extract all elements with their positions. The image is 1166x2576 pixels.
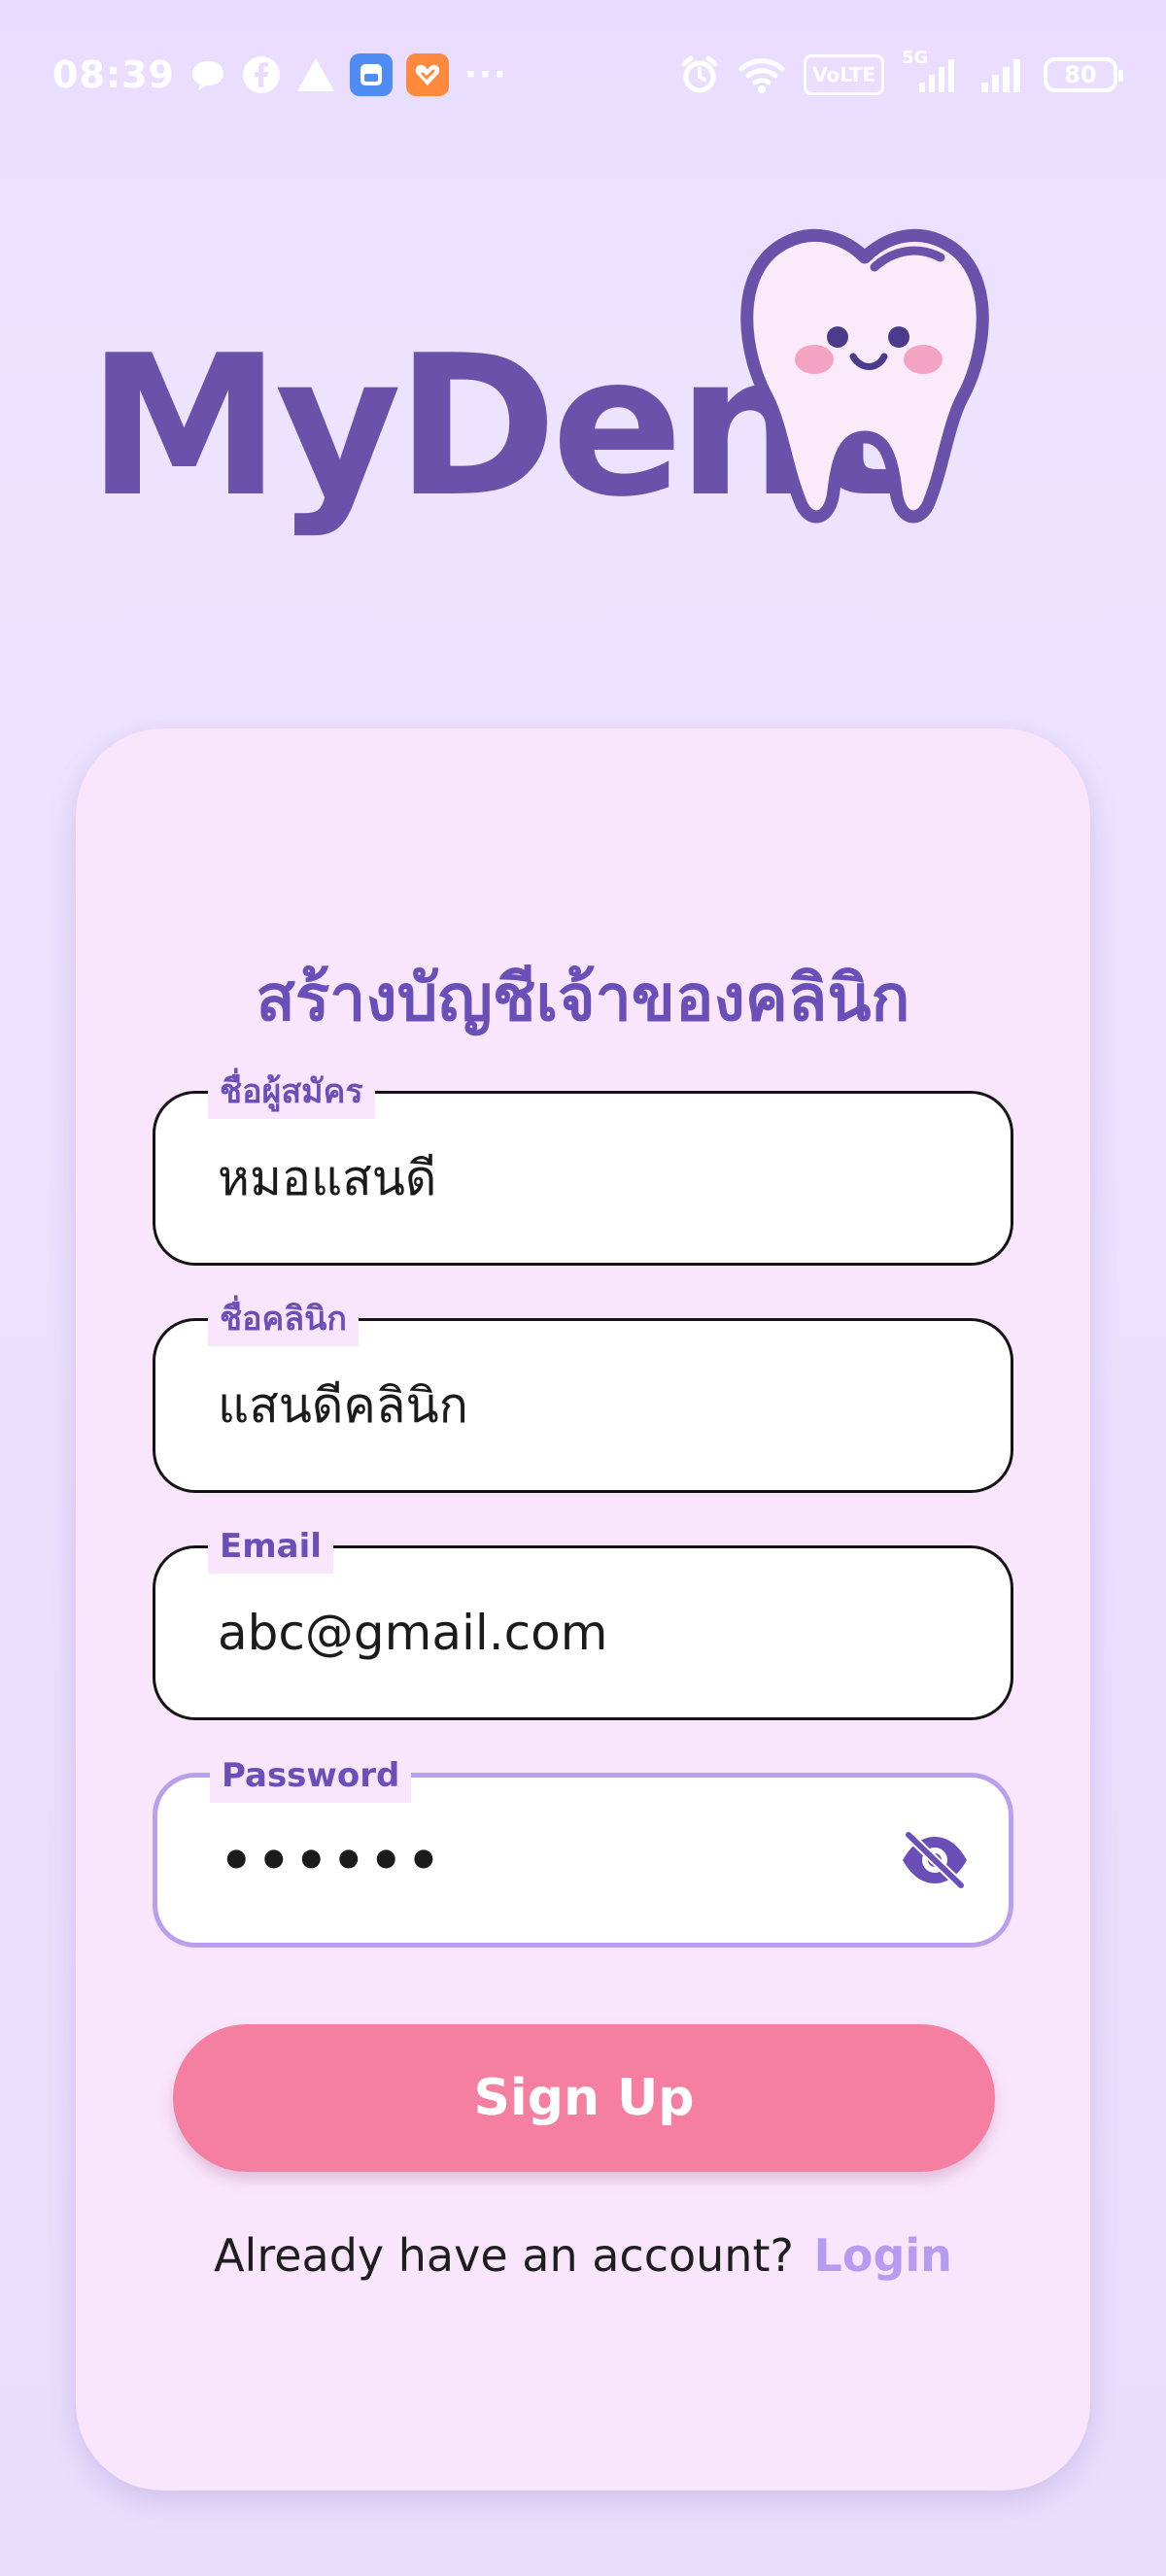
clinic-name-field[interactable]: ชื่อคลินิก แสนดีคลินิก — [153, 1292, 1013, 1493]
status-bar-right: VoLTE 5G 80 — [679, 48, 1123, 99]
mydent-logo: MyDent — [87, 228, 1011, 578]
alarm-clock-icon — [679, 54, 720, 95]
login-prompt-row: Already have an account? Login — [76, 2229, 1090, 2282]
page-title: สร้างบัญชีเจ้าของคลินิก — [256, 961, 910, 1035]
signup-card: สร้างบัญชีเจ้าของคลินิก ชื่อผู้สมัคร หมอ… — [76, 729, 1090, 2491]
battery-icon: 80 — [1044, 57, 1123, 92]
status-time: 08:39 — [52, 53, 175, 96]
status-bar-left: 08:39 ··· — [52, 51, 508, 99]
facebook-icon — [241, 54, 282, 95]
password-value[interactable]: •••••• — [220, 1778, 444, 1943]
battery-level: 80 — [1064, 61, 1097, 88]
login-prompt-text: Already have an account? — [214, 2229, 794, 2282]
wifi-icon — [737, 55, 786, 94]
applicant-name-field[interactable]: ชื่อผู้สมัคร หมอแสนดี — [153, 1065, 1013, 1266]
orange-app-icon — [405, 53, 449, 96]
chat-bubble-icon — [189, 55, 227, 94]
tooth-mascot-icon — [740, 228, 989, 524]
password-field[interactable]: Password •••••• — [153, 1748, 1013, 1948]
network-type-label: 5G — [902, 48, 929, 68]
email-value[interactable]: abc@gmail.com — [218, 1548, 607, 1717]
clinic-name-value[interactable]: แสนดีคลินิก — [218, 1321, 468, 1490]
email-field[interactable]: Email abc@gmail.com — [153, 1519, 1013, 1720]
signal-5g-icon: 5G — [902, 48, 960, 94]
signup-button[interactable]: Sign Up — [173, 2024, 995, 2172]
volte-badge: VoLTE — [804, 54, 884, 95]
blue-app-icon — [349, 53, 393, 96]
applicant-name-value[interactable]: หมอแสนดี — [218, 1094, 436, 1263]
login-link[interactable]: Login — [814, 2229, 952, 2282]
status-bar: 08:39 ··· VoLTE 5G 80 — [0, 0, 1166, 146]
signal-bars-icon — [977, 55, 1026, 94]
warning-triangle-icon — [295, 56, 336, 93]
more-notifications-indicator: ··· — [463, 55, 508, 94]
eye-off-icon[interactable] — [896, 1821, 974, 1899]
